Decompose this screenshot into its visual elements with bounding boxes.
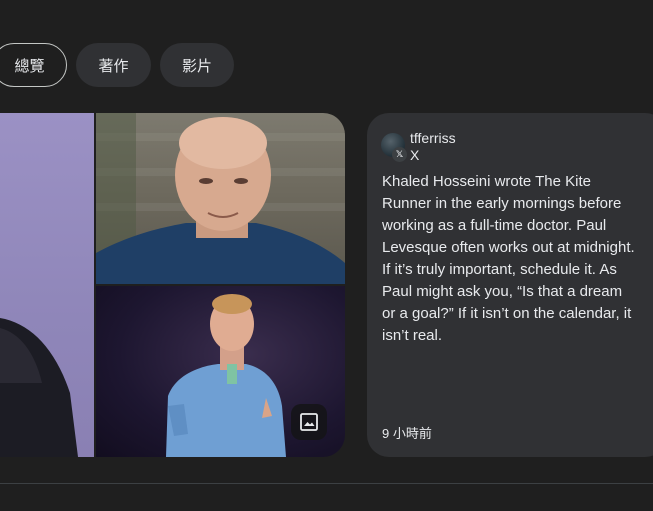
post-timestamp: 9 小時前: [382, 426, 432, 441]
person-photo-portrait[interactable]: [96, 113, 345, 284]
person-photo-left[interactable]: [0, 113, 94, 457]
tab-label: 總覽: [14, 57, 45, 75]
tab-overview[interactable]: 總覽: [0, 43, 67, 87]
tab-books[interactable]: 著作: [76, 43, 151, 87]
image-icon: [300, 413, 318, 431]
knowledge-panel: 總覽 著作 影片 𝕏 tfferriss X Khaled Hosseini w…: [0, 0, 653, 511]
post-author-handle[interactable]: tfferriss: [410, 130, 456, 146]
social-post-card[interactable]: 𝕏 tfferriss X Khaled Hosseini wrote The …: [367, 113, 653, 457]
x-logo-icon: 𝕏: [392, 147, 407, 162]
divider: [0, 483, 653, 484]
post-text: Khaled Hosseini wrote The Kite Runner in…: [382, 173, 635, 344]
post-source: X: [410, 147, 420, 163]
tab-videos[interactable]: 影片: [160, 43, 234, 87]
tab-label: 影片: [181, 57, 212, 75]
photo-left-art: [0, 318, 78, 457]
photo-portrait-art: [96, 113, 345, 284]
expand-images-button[interactable]: [291, 404, 327, 440]
tab-label: 著作: [98, 57, 129, 75]
